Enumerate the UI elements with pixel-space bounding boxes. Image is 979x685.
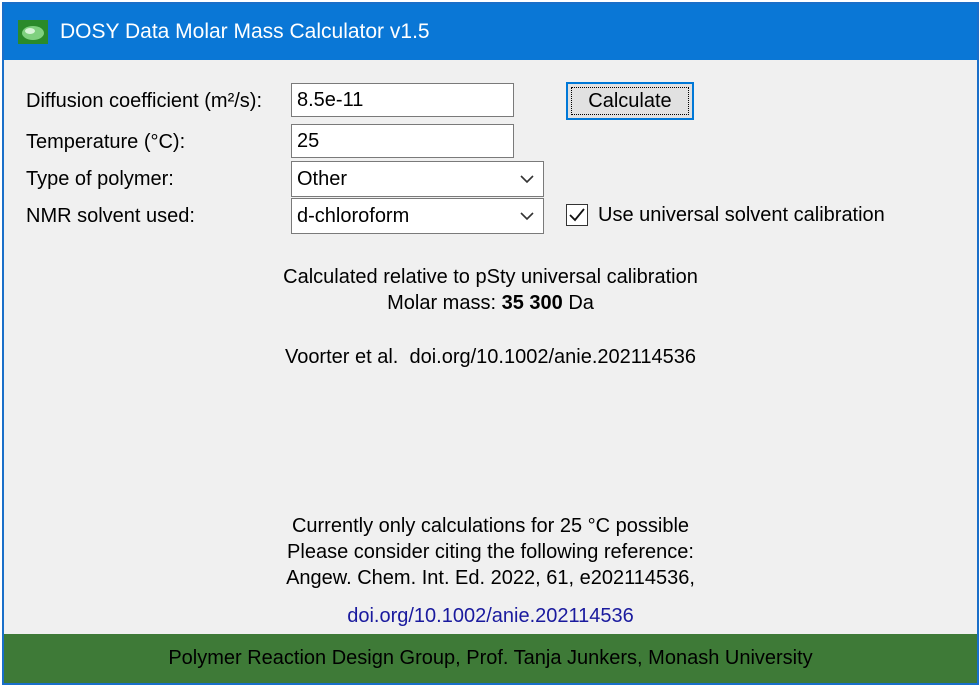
chevron-down-icon [520,175,534,184]
temperature-note: Currently only calculations for 25 °C po… [291,515,690,537]
diffusion-label: Diffusion coefficient (m²/s): [26,90,263,112]
solvent-selected-value: d-chloroform [297,205,410,227]
calibration-info: Calculated relative to pSty universal ca… [283,266,698,288]
title-bar[interactable]: DOSY Data Molar Mass Calculator v1.5 [4,4,977,60]
polymer-label: Type of polymer: [26,168,174,190]
window-title: DOSY Data Molar Mass Calculator v1.5 [60,20,430,43]
molar-mass-result: Molar mass: 35 300 Da [4,290,977,316]
molar-mass-prefix: Molar mass: [387,292,497,314]
app-icon [18,20,48,44]
solvent-select[interactable]: d-chloroform [291,198,544,234]
reference-short: Voorter et al. doi.org/10.1002/anie.2021… [284,346,697,368]
chevron-down-icon [520,212,534,221]
citation-note: Please consider citing the following ref… [287,541,694,563]
solvent-label: NMR solvent used: [26,205,195,227]
temperature-input[interactable]: 25 [291,124,514,158]
molar-mass-value: 35 300 [501,292,563,314]
polymer-selected-value: Other [297,168,348,190]
molar-mass-unit: Da [568,292,594,314]
doi-link[interactable]: doi.org/10.1002/anie.202114536 [4,603,977,629]
calculate-button[interactable]: Calculate [566,82,694,120]
diffusion-input[interactable]: 8.5e-11 [291,83,514,117]
checkmark-icon [569,208,585,222]
focus-rectangle [571,87,689,115]
universal-calibration-label[interactable]: Use universal solvent calibration [598,202,885,228]
citation-reference: Angew. Chem. Int. Ed. 2022, 61, e2021145… [286,567,695,589]
footer-banner: Polymer Reaction Design Group, Prof. Tan… [4,634,977,683]
universal-calibration-checkbox[interactable] [566,204,588,226]
app-window: DOSY Data Molar Mass Calculator v1.5 Dif… [2,2,979,685]
temperature-label: Temperature (°C): [26,131,186,153]
polymer-select[interactable]: Other [291,161,544,197]
